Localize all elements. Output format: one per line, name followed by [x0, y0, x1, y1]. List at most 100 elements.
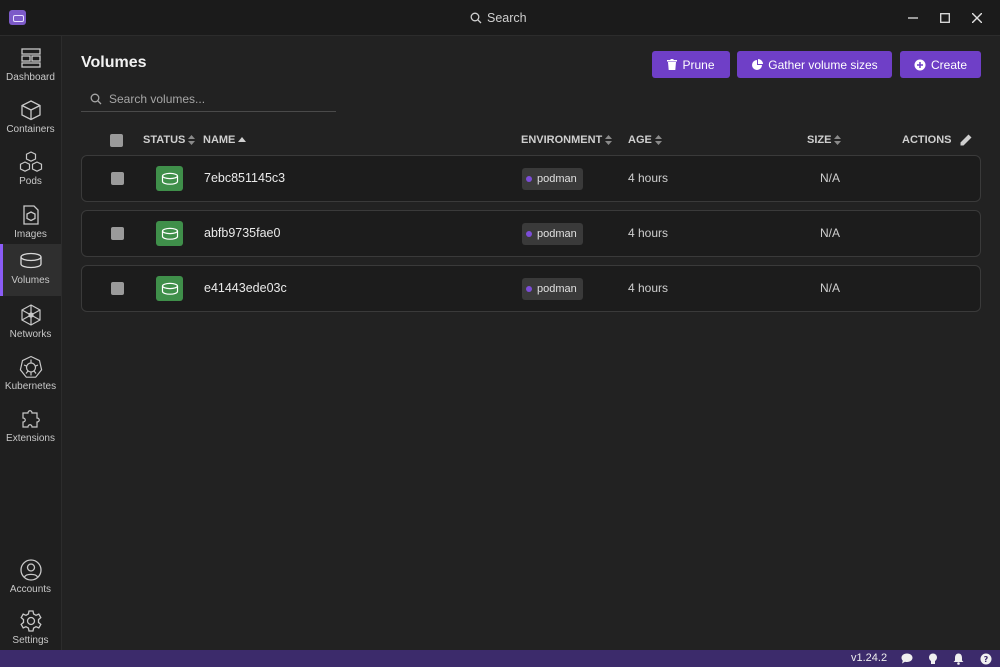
sidebar-item-settings[interactable]: Settings: [0, 604, 61, 656]
pencil-icon[interactable]: [959, 134, 973, 146]
environment-badge: podman: [522, 278, 583, 300]
column-environment[interactable]: ENVIRONMENT: [521, 134, 613, 146]
volume-age: 4 hours: [628, 226, 669, 240]
sidebar-item-label: Kubernetes: [4, 381, 57, 392]
column-actions: ACTIONS: [902, 134, 973, 146]
cube-icon: [19, 98, 43, 122]
sidebar-item-label: Settings: [12, 635, 49, 646]
column-actions-label: ACTIONS: [902, 134, 952, 146]
search-volumes-field[interactable]: [81, 86, 336, 112]
volume-status-icon: [156, 166, 183, 191]
sidebar-item-label: Networks: [9, 329, 52, 340]
sidebar-item-label: Extensions: [6, 433, 55, 444]
image-icon: [19, 203, 43, 227]
sort-icon: [605, 135, 613, 145]
global-search[interactable]: Search: [470, 9, 527, 27]
prune-button[interactable]: Prune: [652, 51, 730, 78]
search-volumes-input[interactable]: [109, 91, 329, 106]
environment-dot: [526, 286, 532, 292]
volume-status-icon: [156, 221, 183, 246]
volume-size: N/A: [820, 281, 841, 295]
sidebar-item-label: Accounts: [9, 584, 52, 595]
sort-ascending-icon: [238, 137, 247, 142]
column-name[interactable]: NAME: [203, 134, 247, 146]
column-age-label: AGE: [628, 134, 652, 146]
sidebar-item-networks[interactable]: Networks: [0, 298, 61, 350]
settings-icon: [19, 609, 43, 633]
lightbulb-icon[interactable]: [926, 652, 939, 665]
sort-icon: [834, 135, 842, 145]
environment-label: podman: [537, 173, 577, 185]
pie-chart-icon: [752, 58, 764, 70]
sidebar-item-label: Pods: [19, 176, 42, 187]
column-age[interactable]: AGE: [628, 134, 662, 146]
column-size[interactable]: SIZE: [807, 134, 842, 146]
account-icon: [19, 558, 43, 582]
table-row[interactable]: abfb9735fae0 podman 4 hours N/A: [81, 210, 981, 257]
volume-name[interactable]: 7ebc851145c3: [204, 171, 285, 185]
minimize-icon: [908, 17, 918, 19]
sidebar-item-volumes[interactable]: Volumes: [0, 244, 61, 296]
environment-label: podman: [537, 283, 577, 295]
table-row[interactable]: e41443ede03c podman 4 hours N/A: [81, 265, 981, 312]
create-button[interactable]: Create: [900, 51, 981, 78]
title-bar: Search: [0, 0, 1000, 36]
app-logo-icon: [9, 10, 26, 25]
sidebar-item-containers[interactable]: Containers: [0, 93, 61, 145]
volume-status-icon: [156, 276, 183, 301]
row-checkbox[interactable]: [111, 282, 124, 295]
trash-icon: [667, 59, 678, 70]
create-button-label: Create: [930, 57, 968, 72]
close-button[interactable]: [967, 8, 987, 28]
sidebar: Dashboard Containers Pods Images Volumes…: [0, 36, 62, 650]
maximize-button[interactable]: [935, 8, 955, 28]
search-icon: [90, 93, 102, 104]
status-bar: v1.24.2 ?: [0, 650, 1000, 667]
puzzle-icon: [19, 407, 43, 431]
environment-dot: [526, 176, 532, 182]
sidebar-item-kubernetes[interactable]: Kubernetes: [0, 350, 61, 402]
select-all-checkbox[interactable]: [110, 134, 123, 147]
pods-icon: [19, 150, 43, 174]
bell-icon[interactable]: [952, 652, 965, 665]
environment-badge: podman: [522, 223, 583, 245]
prune-button-label: Prune: [682, 57, 715, 72]
column-name-label: NAME: [203, 134, 236, 146]
help-icon[interactable]: ?: [979, 652, 992, 665]
table-header: STATUS NAME ENVIRONMENT AGE SIZE ACTIONS: [81, 130, 981, 152]
page-title: Volumes: [81, 54, 147, 71]
volume-size: N/A: [820, 226, 841, 240]
sidebar-item-extensions[interactable]: Extensions: [0, 402, 61, 454]
minimize-button[interactable]: [903, 8, 923, 28]
volume-name[interactable]: abfb9735fae0: [204, 226, 280, 240]
gather-volume-sizes-label: Gather volume sizes: [768, 57, 878, 72]
sidebar-item-dashboard[interactable]: Dashboard: [0, 41, 61, 93]
row-checkbox[interactable]: [111, 227, 124, 240]
search-icon: [470, 12, 482, 24]
feedback-icon[interactable]: [900, 652, 913, 665]
row-checkbox[interactable]: [111, 172, 124, 185]
column-environment-label: ENVIRONMENT: [521, 134, 603, 146]
svg-text:?: ?: [983, 655, 988, 664]
volume-size: N/A: [820, 171, 841, 185]
network-icon: [19, 303, 43, 327]
column-status[interactable]: STATUS: [143, 134, 196, 146]
environment-label: podman: [537, 228, 577, 240]
close-icon: [972, 13, 982, 23]
kubernetes-icon: [19, 355, 43, 379]
sidebar-item-accounts[interactable]: Accounts: [0, 553, 61, 605]
sidebar-item-label: Dashboard: [6, 72, 55, 83]
sidebar-item-images[interactable]: Images: [0, 198, 61, 250]
dashboard-icon: [19, 46, 43, 70]
column-size-label: SIZE: [807, 134, 832, 146]
sort-icon: [654, 135, 662, 145]
environment-dot: [526, 231, 532, 237]
volume-name[interactable]: e41443ede03c: [204, 281, 287, 295]
version-label: v1.24.2: [851, 652, 888, 664]
table-row[interactable]: 7ebc851145c3 podman 4 hours N/A: [81, 155, 981, 202]
volume-age: 4 hours: [628, 171, 669, 185]
sidebar-item-pods[interactable]: Pods: [0, 145, 61, 197]
plus-circle-icon: [914, 59, 926, 70]
gather-volume-sizes-button[interactable]: Gather volume sizes: [737, 51, 892, 78]
sort-icon: [188, 135, 196, 145]
